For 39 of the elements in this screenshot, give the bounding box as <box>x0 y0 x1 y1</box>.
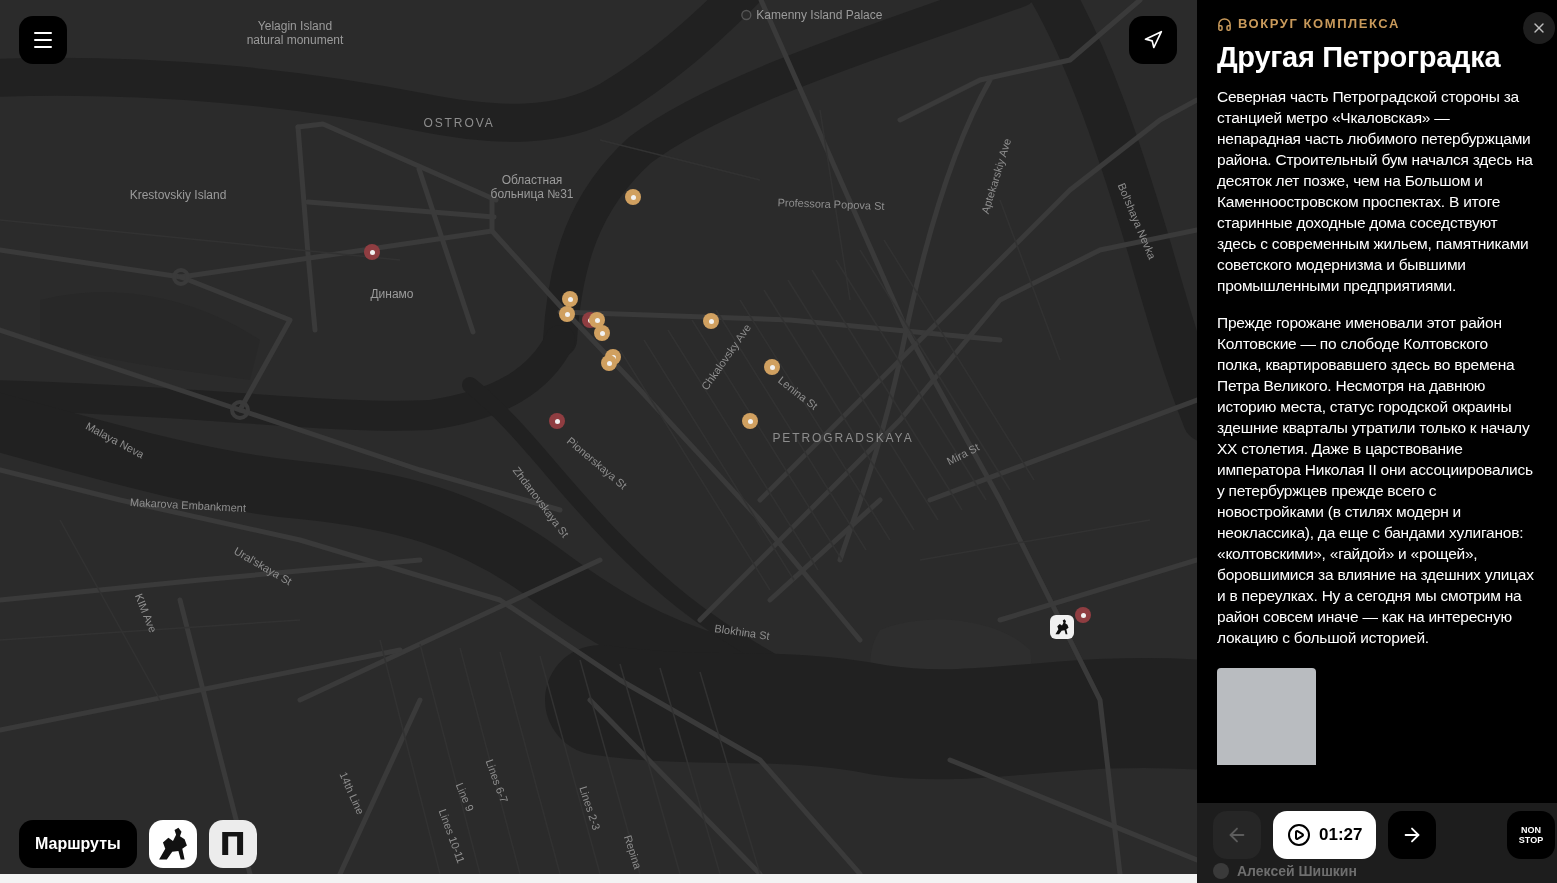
map-label: Lines 2-3 <box>576 784 604 832</box>
next-button[interactable] <box>1388 811 1437 859</box>
description-paragraph: Прежде горожане именовали этот район Колтовские — по слободе Колтовского полка, квартировавшего здесь во времена Петра Великого. Несмотря на давнюю историю места, статус городской окраины здешние кварталы утратили только к началу XX столетия. Даже в царствование императора Николая II они ассоциировались у петербуржцев прежде всего с новостройками (в стилях модерн и неоклассика), да еще с бандами хулиганов: «колтовскими», «гайдой» и «рощей», боровшимися за влияние на здешних улицах и в переулках. Ну а сегодня мы смотрим на район совсем иначе — как на интересную локацию с большой историей. <box>1217 313 1535 648</box>
menu-button[interactable] <box>19 16 67 64</box>
map-label: Yelagin Island natural monument <box>245 19 345 47</box>
close-button[interactable] <box>1523 12 1555 44</box>
non-stop-button[interactable]: NON STOP <box>1507 811 1555 859</box>
map-label: Динамо <box>370 287 414 301</box>
headphones-icon <box>1217 16 1232 32</box>
article-title: Другая Петроградка <box>1217 40 1502 74</box>
map-label: Makarova Embankment <box>129 494 247 516</box>
map-label: Kamenny Island Palace <box>740 8 884 22</box>
map-label: Krestovskiy Island <box>129 188 227 202</box>
category-label: ВОКРУГ КОМПЛЕКСА <box>1238 16 1400 32</box>
navigation-arrow-icon <box>1143 30 1163 50</box>
map-label: 14th Line <box>336 769 368 817</box>
map-label: Blokhina St <box>713 621 771 643</box>
logo-button[interactable] <box>148 820 197 868</box>
author-name: Алексей Шишкин <box>1237 863 1357 879</box>
map-label: Lines 6-7 <box>482 757 512 805</box>
routes-button[interactable]: Маршруты <box>19 820 137 868</box>
logo-letter-button[interactable]: П <box>208 820 257 868</box>
avatar-placeholder <box>1213 863 1229 879</box>
map-label: KIM Ave <box>131 591 161 635</box>
play-button[interactable]: 01:27 <box>1273 811 1377 859</box>
horse-rider-icon <box>1054 619 1070 635</box>
map-label: PETROGRADSKAYA <box>772 431 914 445</box>
map-marker-icon[interactable] <box>601 355 617 371</box>
poi-circle-icon <box>740 9 752 21</box>
logo-map-pin[interactable] <box>1050 615 1074 639</box>
description-paragraph: Северная часть Петроградской стороны за станцией метро «Чкаловская» — непарадная часть любимого петербуржцами района. Строительный бум начался здесь на десяток лет позже, чем на Большом и Каменноостровском проспектах. В итоге старинные доходные дома соседствуют здесь с современным жильем, памятниками советского модернизма и бывшими промышленными предприятиями. <box>1217 87 1534 296</box>
map-label: OSTROVA <box>423 116 495 130</box>
map-label: Mira St <box>944 439 982 469</box>
map-label: Областная больница №31 <box>489 173 575 201</box>
map-marker-icon[interactable] <box>559 306 575 322</box>
locate-button[interactable] <box>1129 16 1177 64</box>
map-label: Repina <box>620 833 646 871</box>
map-label: Professora Popova St <box>777 195 885 213</box>
map-label: Line 9 <box>453 780 478 814</box>
